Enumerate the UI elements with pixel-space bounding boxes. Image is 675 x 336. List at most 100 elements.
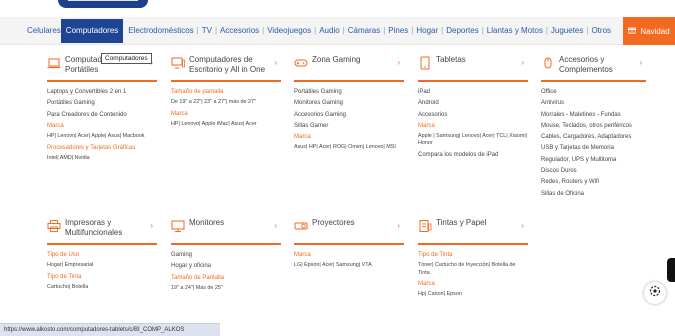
link-tipo-uso[interactable]: Hogar| Empresarial (47, 262, 157, 269)
chevron-right-icon: › (397, 58, 400, 67)
nav-llantas-motos[interactable]: Llantas y Motos (487, 17, 543, 44)
link-regulador[interactable]: Regulador, UPS y Multitoma (541, 156, 646, 164)
projector-icon (294, 219, 308, 233)
subheading-marca: Marca (294, 134, 311, 141)
link-compara-ipad[interactable]: Compara los modelos de iPad (418, 151, 528, 159)
category-header-escritorio[interactable]: Computadores de Escritorio y All in One … (171, 55, 281, 82)
nav-separator: | (214, 26, 218, 35)
tablet-icon (418, 56, 432, 70)
link-sillas-oficina[interactable]: Sillas de Oficina (541, 190, 646, 198)
link-cables[interactable]: Cables, Cargadores, Adaptadores (541, 133, 646, 141)
link-tipo-tinta[interactable]: Cartucho| Botella (47, 284, 157, 291)
category-title: Impresoras y Multifuncionales (65, 218, 123, 237)
nav-audio[interactable]: Audio (319, 17, 339, 44)
link-morrales[interactable]: Morrales - Maletines - Fundas (541, 111, 646, 119)
nav-navidad-label: Navidad (640, 26, 670, 36)
link-antivirus[interactable]: Antivirus (541, 99, 646, 107)
chevron-right-icon: › (521, 58, 524, 67)
link-procesadores[interactable]: Intel| AMD| Nvidia (47, 155, 157, 162)
link-marcas[interactable]: HP| Lenovo| Apple iMac| Asus| Acer (171, 121, 281, 128)
nav-navidad[interactable]: Navidad (623, 17, 675, 45)
link-usb[interactable]: USB y Tarjetas de Memoria (541, 144, 646, 152)
link-tipo-tinta[interactable]: Tóner| Cartucho de Inyección| Botella de… (418, 262, 528, 277)
category-header-tabletas[interactable]: Tabletas › (418, 55, 528, 82)
category-header-gaming[interactable]: Zona Gaming › (294, 55, 404, 82)
category-monitores: Monitores › Gaming Hogar y oficina Tamañ… (171, 218, 281, 295)
nav-separator: | (441, 26, 444, 35)
category-header-proyectores[interactable]: Proyectores › (294, 218, 404, 245)
category-header-accesorios[interactable]: Accesorios y Complementos › (541, 55, 646, 82)
link-sillas-gamer[interactable]: Sillas Gamer (294, 122, 404, 130)
link-android[interactable]: Android (418, 99, 528, 107)
nav-pines[interactable]: Pines (388, 17, 408, 44)
subheading-tipo-tinta: Tipo de Tinta (47, 273, 82, 280)
subheading-marca: Marca (418, 122, 435, 129)
subheading-marca: Marca (418, 281, 435, 288)
nav-deportes[interactable]: Deportes (446, 17, 478, 44)
nav-separator: | (383, 26, 386, 35)
link-tamanos[interactable]: De 19" a 22"| 23" a 27"| más de 27" (171, 99, 281, 106)
link-marcas[interactable]: LG| Epson| Acer| Samsung| VTA (294, 262, 404, 269)
link-monitores-gaming[interactable]: Monitores Gaming (294, 99, 404, 107)
link-tamanos[interactable]: 19" a 24"| Más de 25" (171, 285, 281, 292)
category-header-tintas[interactable]: Tintas y Papel › (418, 218, 528, 245)
link-office[interactable]: Office (541, 88, 646, 96)
mouse-icon (541, 56, 555, 70)
nav-hogar[interactable]: Hogar (416, 17, 438, 44)
nav-otros[interactable]: Otros (591, 17, 611, 44)
link-discos[interactable]: Discos Duros (541, 167, 646, 175)
nav-separator: | (586, 26, 589, 35)
nav-separator: | (481, 26, 484, 35)
link-portatiles-gaming[interactable]: Portátiles Gaming (47, 99, 157, 107)
nav-accesorios[interactable]: Accesorios (220, 17, 259, 44)
category-tintas: Tintas y Papel › Tipo de Tinta Tóner| Ca… (418, 218, 528, 302)
nav-separator: | (545, 26, 548, 35)
category-title: Zona Gaming (312, 55, 361, 64)
link-redes[interactable]: Redes, Routers y Wifi (541, 178, 646, 186)
subheading-tipo-uso: Tipo de Uso (47, 252, 80, 258)
subheading-tipo-tinta: Tipo de Tinta (418, 252, 453, 258)
chat-bot-icon (649, 284, 661, 302)
side-scroll-handle[interactable] (667, 258, 675, 282)
chat-widget-button[interactable] (644, 282, 666, 304)
ink-paper-icon (418, 219, 432, 233)
category-title: Tabletas (436, 55, 466, 64)
category-title: Proyectores (312, 218, 355, 227)
link-portatiles-gaming[interactable]: Portátiles Gaming (294, 88, 404, 96)
nav-computadores[interactable]: Computadores (60, 18, 124, 43)
monitor-icon (171, 219, 185, 233)
link-hogar-oficina[interactable]: Hogar y oficina (171, 262, 281, 270)
nav-tv[interactable]: TV (202, 17, 212, 44)
link-laptops[interactable]: Laptops y Convertibles 2 en 1 (47, 88, 157, 96)
chevron-right-icon: › (150, 221, 153, 230)
nav-videojuegos[interactable]: Videojuegos (267, 17, 311, 44)
main-navigation: Celulares Computadores Electrodomésticos… (0, 17, 675, 45)
nav-camaras[interactable]: Cámaras (348, 17, 380, 44)
nav-separator: | (262, 26, 265, 35)
link-accesorios[interactable]: Accesorios (418, 111, 528, 119)
category-title: Computadores de Escritorio y All in One (189, 55, 266, 74)
chevron-right-icon: › (521, 221, 524, 230)
link-marcas[interactable]: HP| Lenovo| Acer| Apple| Asus| Macbook (47, 133, 157, 140)
subheading-tamano: Tamaño de Pantalla (171, 274, 225, 281)
nav-juguetes[interactable]: Juguetes (551, 17, 583, 44)
nav-separator: | (411, 26, 414, 35)
link-marcas[interactable]: Asus| HP| Acer| ROG| Omen| Lenovo| MSI (294, 144, 404, 151)
link-perifericos[interactable]: Mouse, Teclados, otros periféricos (541, 122, 646, 130)
alkosto-logo[interactable] (58, 0, 148, 8)
link-marcas[interactable]: Apple | Samsung| Lenovo| Acer| TCL| Xiao… (418, 133, 528, 148)
nav-celulares[interactable]: Celulares (27, 17, 61, 44)
link-monitores-gaming[interactable]: Gaming (171, 251, 281, 259)
link-accesorios-gaming[interactable]: Accesorios Gaming (294, 111, 404, 119)
link-creadores[interactable]: Para Creadores de Contenido (47, 111, 157, 119)
nav-electrodomesticos[interactable]: Electrodomésticos (128, 17, 193, 44)
printer-icon (47, 219, 61, 233)
category-title: Tintas y Papel (436, 218, 487, 227)
link-ipad[interactable]: iPad (418, 88, 528, 96)
subheading-marca: Marca (171, 110, 188, 117)
top-header (0, 0, 675, 16)
category-header-monitores[interactable]: Monitores › (171, 218, 281, 245)
nav-separator: | (314, 26, 317, 35)
link-marcas[interactable]: Hp| Canon| Epson (418, 291, 528, 298)
category-header-impresoras[interactable]: Impresoras y Multifuncionales › (47, 218, 157, 245)
